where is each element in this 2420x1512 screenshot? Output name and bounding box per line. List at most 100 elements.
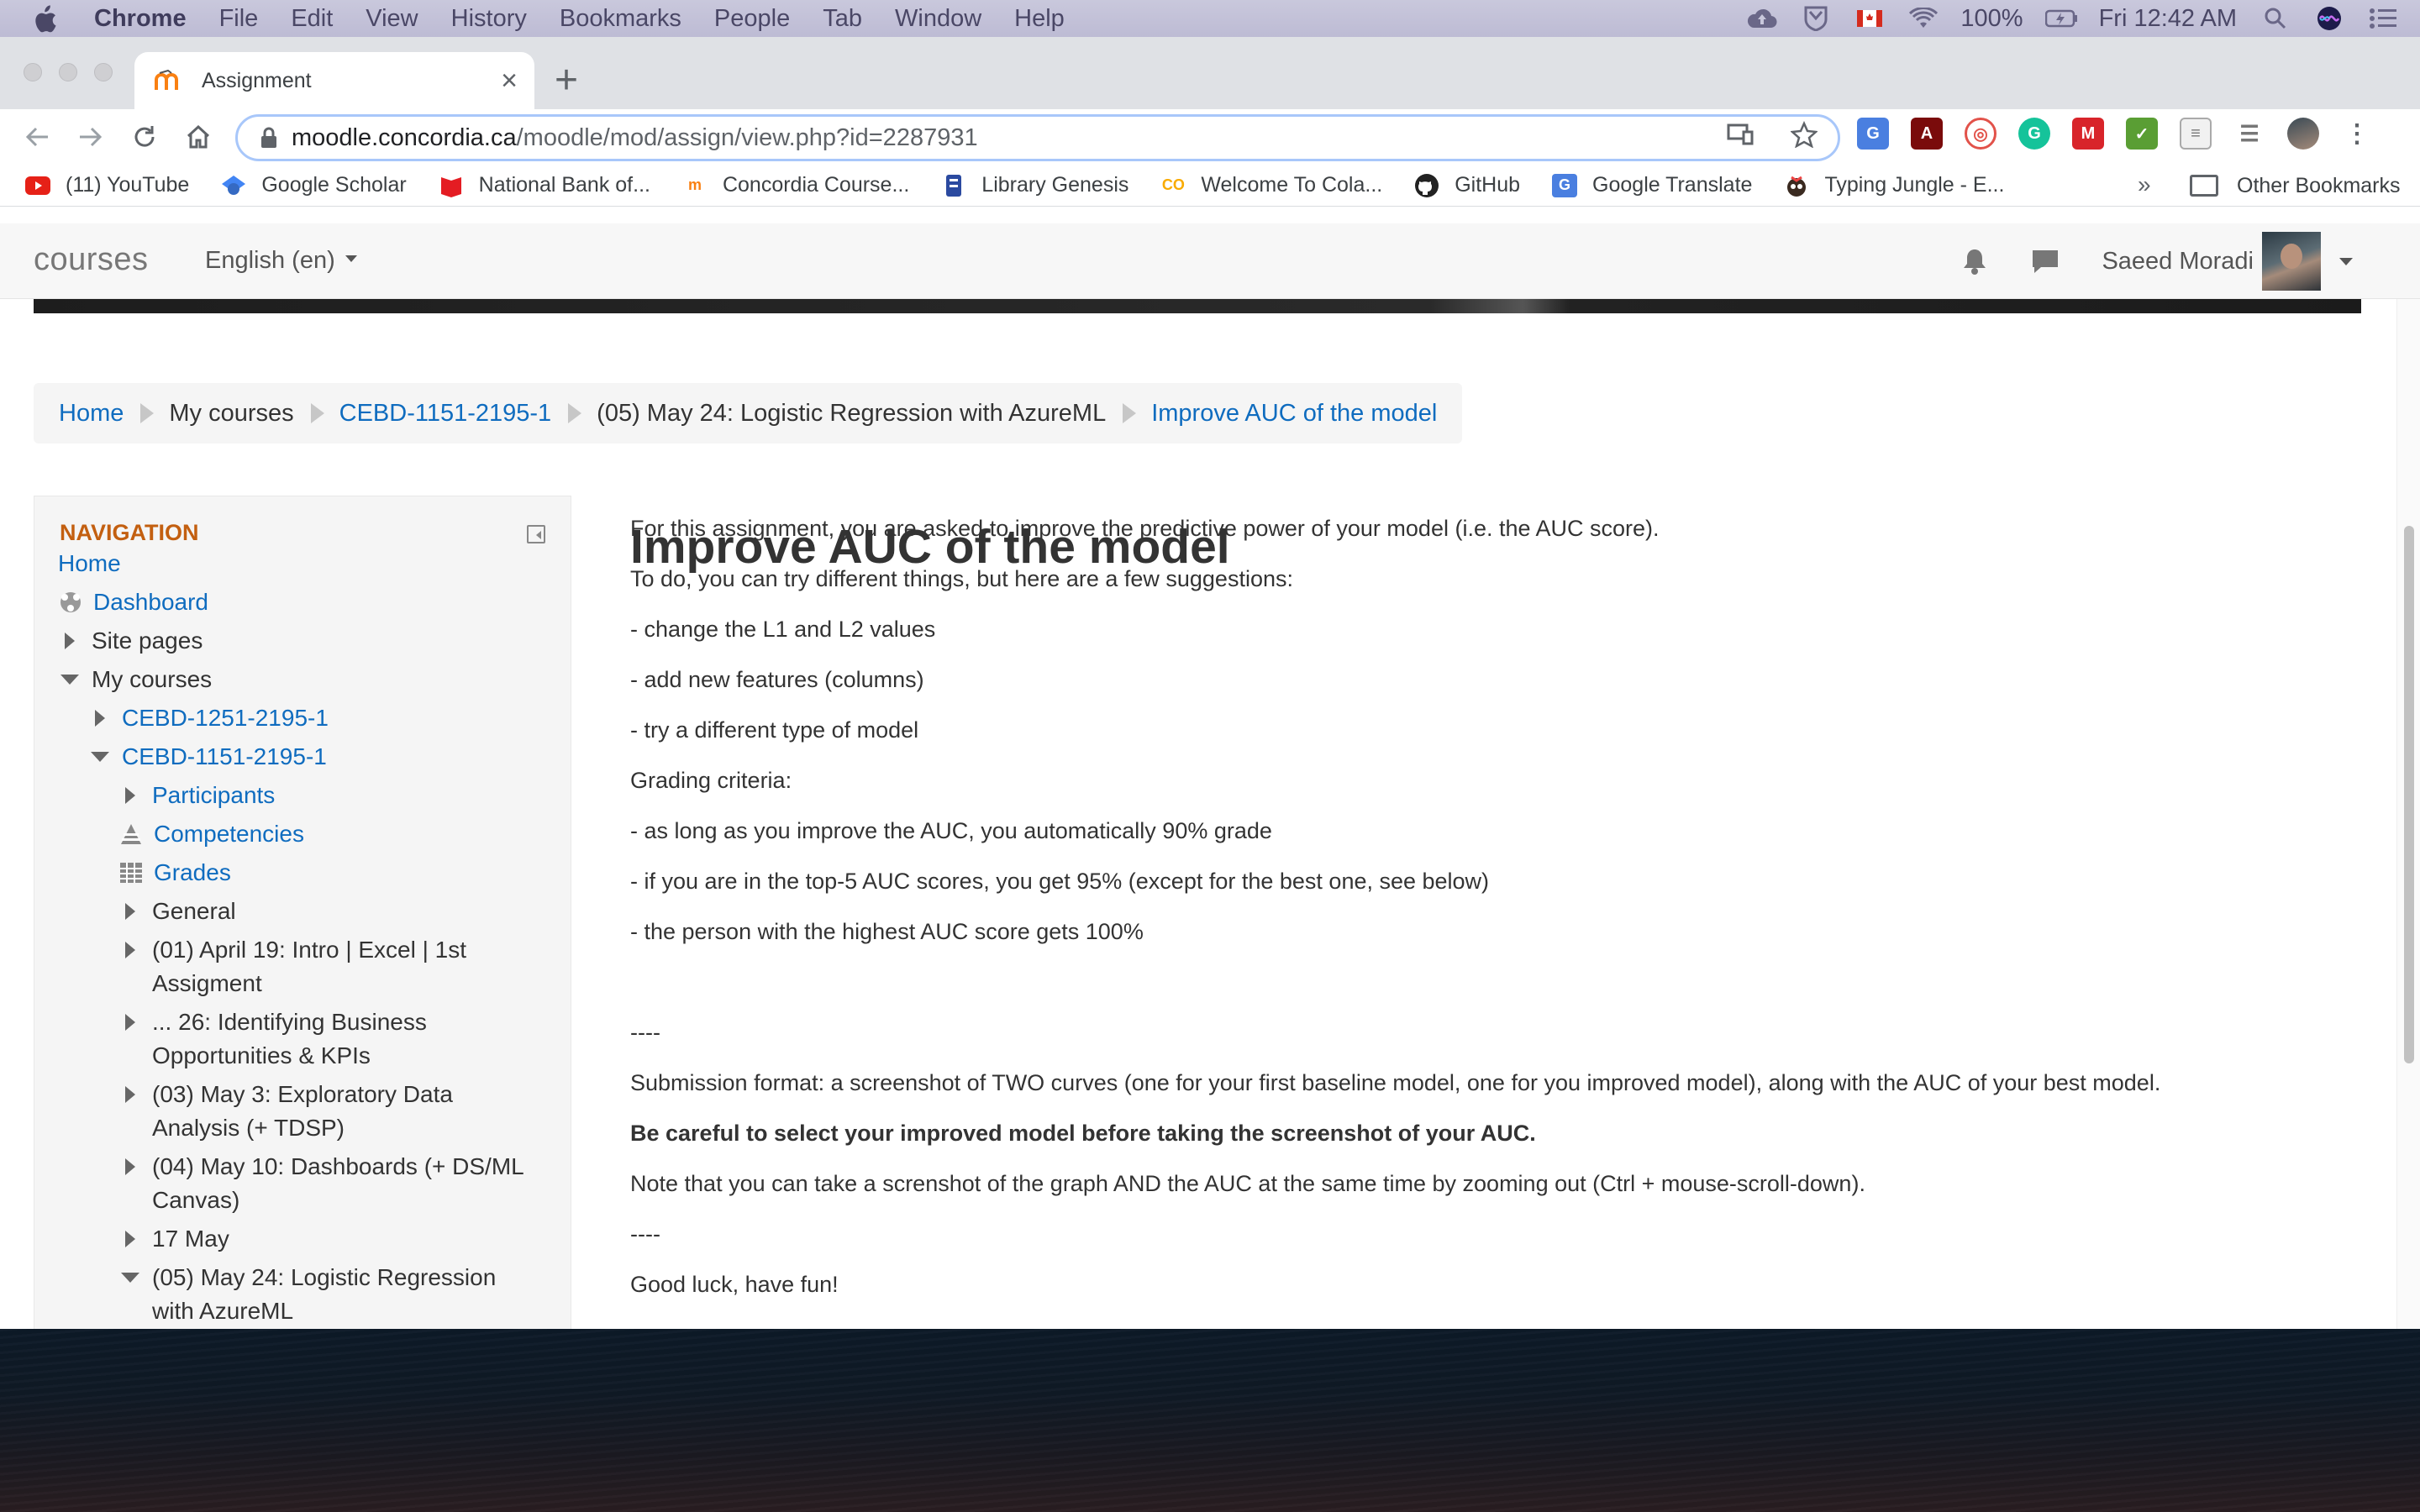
expand-arrow-icon[interactable] — [118, 1078, 142, 1111]
collapse-arrow-icon[interactable] — [88, 740, 112, 774]
rss-extension-icon[interactable]: ◎ — [1965, 118, 1996, 150]
acrobat-extension-icon[interactable]: A — [1911, 118, 1943, 150]
menu-people[interactable]: People — [714, 5, 790, 33]
messages-chat-icon[interactable] — [2031, 249, 2060, 274]
notification-center-icon[interactable] — [2366, 6, 2400, 31]
menu-bookmarks[interactable]: Bookmarks — [560, 5, 681, 33]
nav-item[interactable]: Competencies — [118, 817, 539, 851]
zoom-window-button[interactable] — [94, 63, 113, 81]
user-avatar[interactable] — [2262, 232, 2321, 291]
menu-history[interactable]: History — [451, 5, 527, 33]
mendeley-extension-icon[interactable]: M — [2072, 118, 2104, 150]
bookmark-label: Library Genesis — [981, 173, 1129, 197]
tab-assignment[interactable]: Assignment × — [134, 52, 534, 109]
clock[interactable]: Fri 12:42 AM — [2099, 5, 2237, 33]
assignment-paragraph: - the person with the highest AUC score … — [630, 919, 1144, 944]
bookmark-youtube[interactable]: (11) YouTube — [25, 173, 189, 197]
menu-view[interactable]: View — [366, 5, 418, 33]
bookmark-google-scholar[interactable]: Google Scholar — [221, 173, 407, 197]
nav-item[interactable]: Dashboard — [58, 585, 539, 619]
siri-icon[interactable] — [2312, 6, 2346, 31]
new-tab-button[interactable]: + — [555, 60, 578, 101]
language-menu[interactable]: English (en) — [205, 247, 357, 275]
menu-help[interactable]: Help — [1014, 5, 1065, 33]
wifi-icon[interactable] — [1907, 6, 1940, 31]
nav-item[interactable]: General — [118, 895, 539, 928]
nav-item[interactable]: (05) May 24: Logistic Regression with Az… — [118, 1261, 539, 1328]
cast-icon[interactable] — [1727, 123, 1754, 152]
save-extension-icon[interactable]: ✓ — [2126, 118, 2158, 150]
other-bookmarks-folder[interactable]: Other Bookmarks — [2190, 165, 2401, 207]
bookmark-library-genesis[interactable]: Library Genesis — [941, 173, 1128, 197]
minimize-window-button[interactable] — [59, 63, 77, 81]
breadcrumb-home[interactable]: Home — [59, 400, 124, 428]
expand-arrow-icon[interactable] — [58, 624, 82, 658]
nav-item[interactable]: ... 26: Identifying Business Opportuniti… — [118, 1005, 539, 1073]
dock-block-icon[interactable] — [527, 525, 545, 543]
nav-item-label: My courses — [92, 666, 213, 692]
expand-arrow-icon[interactable] — [118, 779, 142, 812]
reload-button[interactable] — [128, 120, 161, 154]
apple-logo-icon[interactable] — [32, 5, 66, 33]
document-extension-icon[interactable]: ≡ — [2180, 118, 2212, 150]
nav-item[interactable]: 17 May — [118, 1222, 539, 1256]
battery-charging-icon[interactable] — [2044, 6, 2079, 31]
menu-app-chrome[interactable]: Chrome — [94, 5, 187, 33]
google-translate-extension-icon[interactable]: G — [1857, 118, 1889, 150]
nav-item[interactable]: Site pages — [58, 624, 539, 658]
menu-file[interactable]: File — [219, 5, 259, 33]
nav-item[interactable]: Grades — [118, 856, 539, 890]
address-bar[interactable]: moodle.concordia.ca/moodle/mod/assign/vi… — [235, 114, 1840, 161]
menu-edit[interactable]: Edit — [291, 5, 333, 33]
home-button[interactable] — [182, 120, 215, 154]
close-tab-icon[interactable]: × — [501, 65, 518, 97]
spotlight-search-icon[interactable] — [2259, 6, 2292, 31]
canada-flag-icon[interactable] — [1853, 6, 1886, 31]
bookmark-national-bank[interactable]: National Bank of... — [439, 173, 650, 197]
shield-extension-icon[interactable] — [1799, 6, 1833, 31]
collapse-arrow-icon[interactable] — [58, 663, 82, 696]
breadcrumb-course[interactable]: CEBD-1151-2195-1 — [339, 400, 552, 428]
nav-item[interactable]: CEBD-1251-2195-1 — [88, 701, 539, 735]
user-name[interactable]: Saeed Moradi — [2102, 248, 2254, 276]
more-bookmarks-chevron-icon[interactable]: » — [2138, 171, 2151, 198]
grammarly-extension-icon[interactable]: G — [2018, 118, 2050, 150]
lock-icon[interactable] — [260, 126, 278, 150]
cloud-upload-icon[interactable] — [1745, 6, 1779, 31]
nav-item[interactable]: Home — [58, 547, 539, 580]
bookmark-typing-jungle[interactable]: Typing Jungle - E... — [1784, 173, 2004, 197]
breadcrumb-current-assignment[interactable]: Improve AUC of the model — [1151, 400, 1437, 428]
moodle-navbar: courses English (en) Saeed Moradi — [0, 223, 2420, 299]
forward-button[interactable] — [74, 120, 108, 154]
menu-tab[interactable]: Tab — [823, 5, 862, 33]
bookmark-star-icon[interactable] — [1790, 120, 1818, 155]
reading-list-icon[interactable]: ☰ — [2233, 118, 2265, 150]
bookmark-colab[interactable]: CO Welcome To Cola... — [1160, 173, 1382, 197]
scrollbar-thumb[interactable] — [2404, 526, 2414, 1063]
profile-avatar[interactable] — [2287, 118, 2319, 150]
nav-item[interactable]: Participants — [118, 779, 539, 812]
expand-arrow-icon[interactable] — [118, 1005, 142, 1039]
notifications-bell-icon[interactable] — [1960, 247, 1989, 276]
nav-item[interactable]: (01) April 19: Intro | Excel | 1st Assig… — [118, 933, 539, 1000]
page-scrollbar[interactable] — [2396, 299, 2420, 1329]
bookmark-google-translate[interactable]: G Google Translate — [1552, 173, 1752, 197]
expand-arrow-icon[interactable] — [118, 895, 142, 928]
nav-item[interactable]: (04) May 10: Dashboards (+ DS/ML Canvas) — [118, 1150, 539, 1217]
bookmark-concordia-course[interactable]: m Concordia Course... — [682, 173, 909, 197]
bookmark-github[interactable]: GitHub — [1414, 173, 1520, 197]
collapse-arrow-icon[interactable] — [118, 1261, 142, 1294]
expand-arrow-icon[interactable] — [118, 933, 142, 967]
back-button[interactable] — [20, 120, 54, 154]
site-brand[interactable]: courses — [34, 242, 149, 278]
close-window-button[interactable] — [24, 63, 42, 81]
chrome-menu-icon[interactable]: ⋮ — [2341, 118, 2373, 150]
expand-arrow-icon[interactable] — [88, 701, 112, 735]
nav-item[interactable]: My courses — [58, 663, 539, 696]
menu-window[interactable]: Window — [895, 5, 981, 33]
expand-arrow-icon[interactable] — [118, 1222, 142, 1256]
nav-item[interactable]: CEBD-1151-2195-1 — [88, 740, 539, 774]
expand-arrow-icon[interactable] — [118, 1150, 142, 1184]
nav-item[interactable]: (03) May 3: Exploratory Data Analysis (+… — [118, 1078, 539, 1145]
user-menu-caret-icon[interactable] — [2339, 257, 2353, 272]
